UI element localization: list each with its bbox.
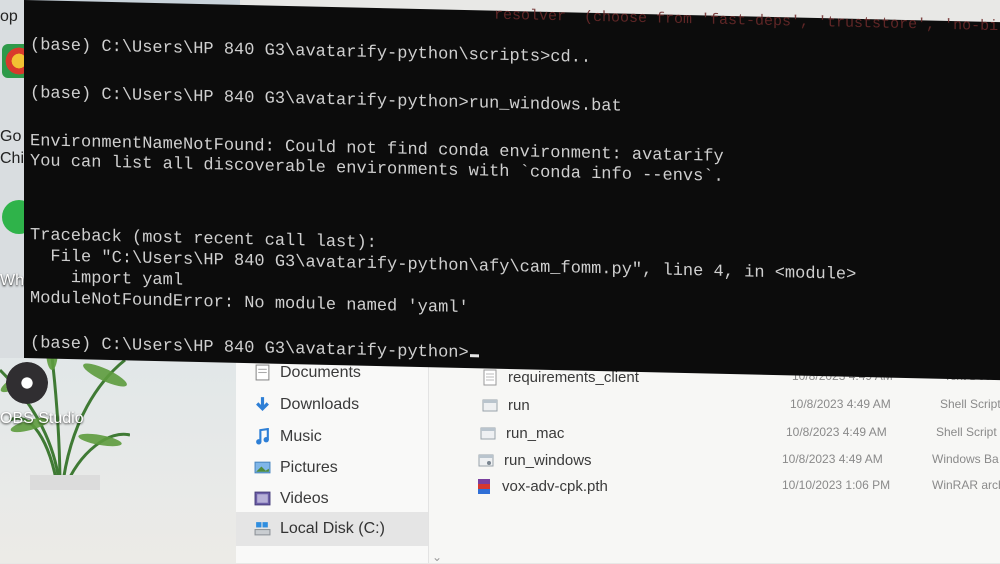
- file-date: 10/10/2023 1:06 PM: [782, 478, 891, 492]
- terminal-prompt: (base) C:\Users\HP 840 G3\avatarify-pyth…: [30, 334, 469, 364]
- nav-item-downloads[interactable]: Downloads: [256, 392, 360, 418]
- file-row[interactable]: run_mac 10/8/2023 4:49 AM Shell Script: [480, 422, 997, 446]
- file-type: Shell Script: [936, 425, 997, 439]
- nav-item-pictures[interactable]: Pictures: [254, 455, 338, 481]
- text-file-icon: [483, 369, 497, 386]
- nav-item-label: Documents: [280, 364, 361, 381]
- document-icon: [255, 364, 270, 381]
- nav-item-label: Videos: [280, 490, 329, 507]
- music-icon: [256, 428, 269, 445]
- obs-studio-icon[interactable]: [6, 362, 48, 404]
- video-icon: [254, 491, 271, 506]
- file-row[interactable]: vox-adv-cpk.pth 10/10/2023 1:06 PM WinRA…: [476, 475, 1000, 499]
- shell-script-icon: [480, 427, 496, 440]
- terminal-previous-output: resolver (choose from 'fast-deps', 'trus…: [494, 6, 999, 36]
- file-date: 10/8/2023 4:49 AM: [786, 425, 887, 439]
- file-row[interactable]: run 10/8/2023 4:49 AM Shell Script: [482, 394, 1000, 418]
- terminal-line: (base) C:\Users\HP 840 G3\avatarify-pyth…: [30, 84, 622, 117]
- chevron-down-icon[interactable]: ⌄: [432, 550, 442, 564]
- batch-file-icon: [478, 454, 494, 467]
- file-name: run: [508, 397, 530, 414]
- drive-icon: [254, 522, 271, 536]
- file-name: requirements_client: [508, 369, 639, 386]
- desktop-label-stub[interactable]: Chi: [0, 150, 24, 168]
- text-cursor: [469, 354, 479, 358]
- file-type: WinRAR arch: [932, 478, 1000, 492]
- file-row[interactable]: run_windows 10/8/2023 4:49 AM Windows Ba: [478, 449, 999, 473]
- file-date: 10/8/2023 4:49 AM: [782, 452, 883, 466]
- nav-item-videos[interactable]: Videos: [254, 486, 329, 512]
- file-type: Shell Script: [940, 397, 1000, 411]
- nav-item-label: Pictures: [280, 459, 338, 476]
- terminal-line: (base) C:\Users\HP 840 G3\avatarify-pyth…: [30, 36, 592, 68]
- nav-item-music[interactable]: Music: [256, 424, 322, 450]
- shell-script-icon: [482, 399, 498, 412]
- file-name: run_windows: [504, 452, 592, 469]
- terminal-line: ModuleNotFoundError: No module named 'ya…: [30, 289, 469, 319]
- nav-item-label: Music: [280, 428, 322, 445]
- terminal-prompt-line[interactable]: (base) C:\Users\HP 840 G3\avatarify-pyth…: [30, 334, 479, 363]
- nav-item-label: Downloads: [280, 396, 360, 413]
- terminal-window[interactable]: resolver (choose from 'fast-deps', 'trus…: [24, 0, 1000, 381]
- file-name: vox-adv-cpk.pth: [502, 478, 608, 495]
- file-explorer-window: Documents Downloads Music Pictures Video…: [236, 350, 1000, 564]
- desktop-label-stub: op: [0, 8, 18, 25]
- obs-studio-label[interactable]: OBS Studio: [0, 410, 84, 428]
- winrar-archive-icon: [478, 479, 490, 494]
- pictures-icon: [254, 461, 271, 474]
- desktop-label-stub[interactable]: Go: [0, 128, 21, 146]
- nav-item-label: Local Disk (C:): [280, 520, 385, 537]
- file-type: Windows Ba: [932, 452, 999, 466]
- nav-item-local-disk[interactable]: Local Disk (C:): [254, 516, 385, 542]
- navigation-pane: Documents Downloads Music Pictures Video…: [236, 350, 429, 563]
- download-icon: [256, 397, 269, 412]
- file-date: 10/8/2023 4:49 AM: [790, 397, 891, 411]
- terminal-line: import yaml: [30, 268, 184, 291]
- file-name: run_mac: [506, 425, 565, 442]
